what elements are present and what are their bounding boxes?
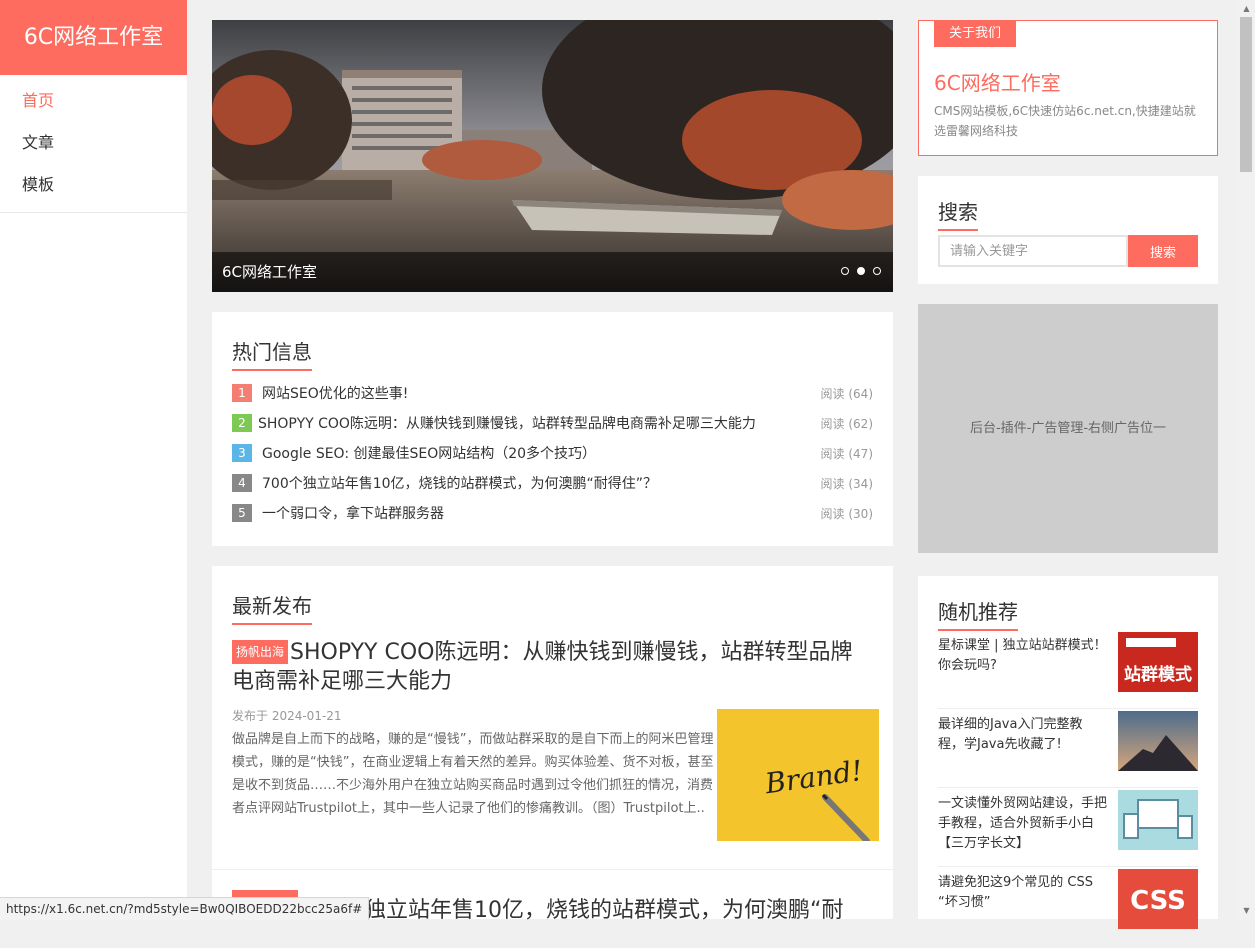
- hero-slider[interactable]: 6C网络工作室: [212, 20, 893, 292]
- list-item: 一文读懂外贸网站建设，手把手教程，适合外贸新手小白【三万字长文】: [938, 790, 1198, 867]
- nav-item-home[interactable]: 首页: [0, 80, 187, 122]
- hot-item-link[interactable]: 700个独立站年售10亿，烧钱的站群模式，为何澳鹏“耐得住”？: [262, 473, 821, 493]
- nav-item-articles[interactable]: 文章: [0, 122, 187, 164]
- scroll-up-icon[interactable]: ▲: [1238, 0, 1255, 17]
- hot-item-link[interactable]: Google SEO: 创建最佳SEO网站结构（20多个技巧）: [262, 443, 821, 463]
- about-us-tag: 关于我们: [934, 21, 1017, 47]
- hot-item-link[interactable]: SHOPYY COO陈远明：从赚快钱到赚慢钱，站群转型品牌电商需补足哪三大能力: [258, 413, 821, 433]
- view-count: 阅读 (30): [820, 506, 873, 521]
- latest-posts-title: 最新发布: [232, 590, 312, 625]
- rank-badge: 4: [232, 474, 252, 492]
- rank-badge: 1: [232, 384, 252, 402]
- view-count: 阅读 (64): [820, 386, 873, 401]
- site-logo[interactable]: 6C网络工作室: [0, 0, 187, 75]
- hot-info-list: 1 网站SEO优化的这些事! 阅读 (64) 2 SHOPYY COO陈远明：从…: [232, 378, 873, 528]
- latest-posts-panel: 最新发布 扬帆出海 SHOPYY COO陈远明：从赚快钱到赚慢钱，站群转型品牌电商…: [212, 566, 893, 923]
- slider-dot-1[interactable]: [841, 267, 849, 275]
- list-item: 5 一个弱口令，拿下站群服务器 阅读 (30): [232, 498, 873, 528]
- scroll-down-icon[interactable]: ▼: [1238, 902, 1255, 919]
- random-recommend-panel: 随机推荐 星标课堂 | 独立站站群模式！你会玩吗? 站群模式 最详细的Java入…: [918, 576, 1218, 946]
- search-input[interactable]: [938, 235, 1128, 267]
- view-count: 阅读 (62): [820, 416, 873, 431]
- view-count: 阅读 (34): [820, 476, 873, 491]
- hot-item-link[interactable]: 一个弱口令，拿下站群服务器: [262, 503, 821, 523]
- list-item: 请避免犯这9个常见的 CSS “坏习惯” CSS: [938, 869, 1198, 946]
- search-button[interactable]: 搜索: [1128, 235, 1198, 267]
- slider-dot-3[interactable]: [873, 267, 881, 275]
- link-status-bar: https://x1.6c.net.cn/?md5style=Bw0QIBOED…: [0, 897, 370, 920]
- slider-caption[interactable]: 6C网络工作室: [222, 252, 317, 292]
- divider: [212, 869, 893, 870]
- page-scrollbar[interactable]: ▲ ▼: [1238, 0, 1255, 919]
- css-image: CSS: [1118, 869, 1198, 929]
- random-item-thumbnail[interactable]: [1118, 711, 1198, 771]
- about-us-panel: 关于我们 6C网络工作室 CMS网站模板,6C快速仿站6c.net.cn,快捷建…: [918, 20, 1218, 156]
- list-item: 1 网站SEO优化的这些事! 阅读 (64): [232, 378, 873, 408]
- slider-dots: [841, 267, 881, 275]
- random-item-link[interactable]: 星标课堂 | 独立站站群模式！你会玩吗?: [938, 636, 1108, 676]
- post-excerpt: 做品牌是自上而下的战略，赚的是“慢钱”，而做站群采取的是自下而上的阿米巴管理模式…: [232, 732, 714, 816]
- rank-badge: 3: [232, 444, 252, 462]
- rank-badge: 5: [232, 504, 252, 522]
- post-thumbnail[interactable]: Brand!: [717, 709, 879, 841]
- mountain-image: [1118, 711, 1198, 771]
- search-title: 搜索: [938, 196, 978, 231]
- post-heading: 扬帆出海 SHOPYY COO陈远明：从赚快钱到赚慢钱，站群转型品牌电商需补足哪三…: [232, 638, 872, 696]
- scroll-thumb[interactable]: [1240, 17, 1252, 172]
- random-item-thumbnail[interactable]: [1118, 790, 1198, 850]
- list-item: 星标课堂 | 独立站站群模式！你会玩吗? 站群模式: [938, 632, 1198, 709]
- random-item-link[interactable]: 最详细的Java入门完整教程，学Java先收藏了!: [938, 715, 1108, 755]
- post-title-link[interactable]: SHOPYY COO陈远明：从赚快钱到赚慢钱，站群转型品牌电商需补足哪三大能力: [232, 640, 853, 694]
- rank-badge: 2: [232, 414, 252, 432]
- search-panel: 搜索 搜索: [918, 176, 1218, 284]
- post-title-link[interactable]: 700个独立站年售10亿，烧钱的站群模式，为何澳鹏“耐: [300, 898, 843, 923]
- random-item-link[interactable]: 一文读懂外贸网站建设，手把手教程，适合外贸新手小白【三万字长文】: [938, 794, 1108, 854]
- random-item-thumbnail[interactable]: 站群模式: [1118, 632, 1198, 692]
- main-nav: 首页 文章 模板: [0, 75, 187, 213]
- hot-info-title: 热门信息: [232, 336, 312, 371]
- left-sidebar: 6C网络工作室 首页 文章 模板: [0, 0, 187, 919]
- brand-pen-image: Brand!: [717, 709, 879, 841]
- about-description: CMS网站模板,6C快速仿站6c.net.cn,快捷建站就选雷馨网络科技: [934, 104, 1196, 138]
- ad-placeholder-text: 后台-插件-广告管理-右侧广告位一: [969, 421, 1167, 436]
- random-item-thumbnail[interactable]: CSS: [1118, 869, 1198, 929]
- thumb-image: 站群模式: [1118, 632, 1198, 692]
- random-list: 星标课堂 | 独立站站群模式！你会玩吗? 站群模式 最详细的Java入门完整教程…: [938, 632, 1198, 948]
- random-recommend-title: 随机推荐: [938, 596, 1018, 631]
- thumb-text: CSS: [1130, 886, 1186, 916]
- slider-dot-2[interactable]: [857, 267, 865, 275]
- view-count: 阅读 (47): [820, 446, 873, 461]
- devices-image: [1118, 790, 1198, 850]
- post-date: 发布于 2024-01-21: [232, 709, 342, 723]
- slider-caption-bar: 6C网络工作室: [212, 252, 893, 292]
- hot-info-panel: 热门信息 1 网站SEO优化的这些事! 阅读 (64) 2 SHOPYY COO…: [212, 312, 893, 546]
- ad-slot[interactable]: 后台-插件-广告管理-右侧广告位一: [918, 304, 1218, 553]
- nav-item-templates[interactable]: 模板: [0, 164, 187, 206]
- random-item-link[interactable]: 请避免犯这9个常见的 CSS “坏习惯”: [938, 873, 1108, 913]
- about-site-name[interactable]: 6C网络工作室: [934, 67, 1061, 96]
- hot-item-link[interactable]: 网站SEO优化的这些事!: [262, 383, 821, 403]
- list-item: 4 700个独立站年售10亿，烧钱的站群模式，为何澳鹏“耐得住”？ 阅读 (34…: [232, 468, 873, 498]
- list-item: 3 Google SEO: 创建最佳SEO网站结构（20多个技巧） 阅读 (47…: [232, 438, 873, 468]
- thumb-text: 站群模式: [1124, 664, 1192, 685]
- category-tag[interactable]: 扬帆出海: [232, 640, 289, 664]
- list-item: 2 SHOPYY COO陈远明：从赚快钱到赚慢钱，站群转型品牌电商需补足哪三大能…: [232, 408, 873, 438]
- list-item: 最详细的Java入门完整教程，学Java先收藏了!: [938, 711, 1198, 788]
